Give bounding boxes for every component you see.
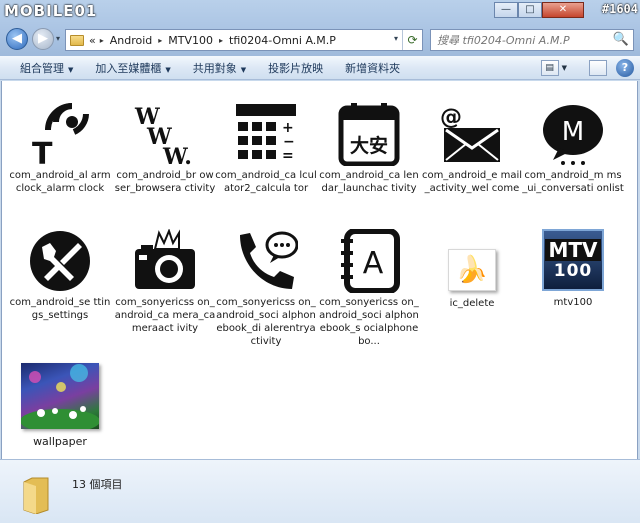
camera-icon: [133, 229, 197, 293]
settings-icon: [28, 229, 92, 293]
file-item[interactable]: @ com_android_e mail_activity_wel come: [421, 102, 523, 195]
add-to-library-menu[interactable]: 加入至媒體櫃 ▼: [95, 60, 170, 76]
maximize-button[interactable]: □: [518, 2, 542, 18]
dropdown-arrow-icon: ▼: [240, 65, 247, 74]
search-input[interactable]: [431, 30, 607, 50]
svg-text:T: T: [32, 137, 53, 166]
file-name: com_android_br owser_browsera ctivity: [114, 170, 216, 194]
close-button[interactable]: ✕: [542, 2, 584, 18]
file-name: mtv100: [553, 297, 593, 308]
svg-text:A: A: [363, 246, 384, 281]
file-name: wallpaper: [33, 435, 87, 448]
file-item[interactable]: 🍌 ic_delete: [421, 249, 523, 310]
file-item[interactable]: T com_android_al armclock_alarm clock: [9, 102, 111, 195]
file-name: com_sonyericss on_android_ca mera_camera…: [114, 297, 216, 334]
svg-text:@: @: [440, 105, 462, 130]
change-view-icon[interactable]: ▤: [540, 60, 559, 76]
email-icon: @: [440, 102, 504, 166]
breadcrumb-current-folder[interactable]: tfi0204-Omni A.M.P: [229, 34, 336, 47]
file-item[interactable]: com_sonyericss on_android_soci alphonebo…: [215, 229, 317, 348]
calculator-icon: + − =: [234, 102, 298, 166]
breadcrumb-android[interactable]: Android: [110, 34, 153, 47]
chevron-right-icon: ▸: [99, 35, 104, 45]
item-count: 13 個項目: [72, 478, 123, 491]
svg-text:=: =: [282, 148, 294, 164]
details-pane: 13 個項目: [0, 459, 640, 523]
file-name: com_android_ca lculator2_calcula tor: [215, 170, 317, 194]
file-item[interactable]: W W W. com_android_br owser_browsera cti…: [114, 102, 216, 195]
chevron-right-icon[interactable]: ▸: [219, 36, 223, 45]
file-name: com_android_e mail_activity_wel come: [421, 170, 523, 194]
file-list: T com_android_al armclock_alarm clock W …: [1, 81, 638, 459]
file-item[interactable]: wallpaper: [9, 363, 111, 448]
dialer-icon: [234, 229, 298, 293]
browser-icon: W W W.: [133, 102, 197, 166]
back-button[interactable]: ◀: [6, 28, 28, 50]
post-id-watermark: #1604: [601, 2, 638, 16]
share-with-menu[interactable]: 共用對象 ▼: [193, 60, 246, 76]
site-watermark: MOBILE01: [4, 2, 98, 20]
file-item[interactable]: MTV 100 mtv100: [522, 229, 624, 309]
folder-icon: [23, 477, 49, 514]
phonebook-icon: A: [337, 229, 401, 293]
recent-pages-dropdown[interactable]: ▾: [56, 34, 60, 43]
banana-icon: 🍌: [448, 249, 496, 291]
svg-text:W.: W.: [162, 144, 192, 166]
command-bar: 組合管理 ▼ 加入至媒體櫃 ▼ 共用對象 ▼ 投影片放映 新增資料夾 ▤ ▼ ?: [0, 56, 640, 80]
file-name: com_android_m ms_ui_conversati onlist: [522, 170, 624, 194]
search-box[interactable]: 🔍: [430, 29, 634, 51]
file-item[interactable]: com_android_se ttings_settings: [9, 229, 111, 322]
breadcrumb-prefix[interactable]: «: [89, 34, 96, 47]
view-dropdown-icon[interactable]: ▼: [562, 64, 567, 72]
calendar-icon: 大安: [337, 102, 401, 166]
window-controls: — □ ✕: [494, 2, 584, 18]
search-icon[interactable]: 🔍: [613, 32, 629, 47]
folder-icon: [70, 34, 84, 46]
svg-text:大安: 大安: [350, 134, 388, 157]
file-item[interactable]: M com_android_m ms_ui_conversati onlist: [522, 102, 624, 195]
dropdown-arrow-icon: ▼: [68, 65, 74, 74]
new-folder-button[interactable]: 新增資料夾: [345, 60, 400, 76]
chevron-right-icon[interactable]: ▸: [158, 36, 162, 45]
breadcrumb-mtv100[interactable]: MTV100: [168, 34, 213, 47]
minimize-button[interactable]: —: [494, 2, 518, 18]
file-item[interactable]: com_sonyericss on_android_ca mera_camera…: [114, 229, 216, 335]
dropdown-arrow-icon: ▼: [165, 65, 171, 74]
file-name: com_android_se ttings_settings: [9, 297, 111, 321]
refresh-icon[interactable]: ⟳: [402, 30, 422, 50]
mms-icon: M: [541, 102, 605, 166]
alarm-icon: T: [28, 102, 92, 166]
slideshow-button[interactable]: 投影片放映: [268, 60, 323, 76]
address-bar[interactable]: « ▸ Android ▸ MTV100 ▸ tfi0204-Omni A.M.…: [65, 29, 423, 51]
preview-pane-icon[interactable]: [589, 60, 607, 76]
file-name: com_android_ca lendar_launchac tivity: [319, 170, 419, 194]
file-item[interactable]: A com_sonyericss on_android_soci alphone…: [318, 229, 420, 348]
mtv-logo-icon: MTV 100: [542, 229, 604, 291]
title-bar: MOBILE01 — □ ✕ #1604 ◀ ▶ ▾ « ▸ Android ▸…: [0, 0, 640, 56]
file-item[interactable]: + − = com_android_ca lculator2_calcula t…: [215, 102, 317, 195]
forward-button[interactable]: ▶: [32, 28, 54, 50]
file-item[interactable]: 大安 com_android_ca lendar_launchac tivity: [318, 102, 420, 195]
organize-menu[interactable]: 組合管理 ▼: [20, 60, 73, 76]
wallpaper-image: [21, 363, 99, 429]
svg-text:M: M: [562, 117, 584, 147]
address-dropdown-icon[interactable]: ▾: [394, 34, 398, 43]
file-name: ic_delete: [449, 298, 495, 309]
file-name: com_sonyericss on_android_soci alphonebo…: [319, 297, 419, 347]
file-name: com_android_al armclock_alarm clock: [9, 170, 111, 194]
help-icon[interactable]: ?: [616, 59, 634, 77]
file-name: com_sonyericss on_android_soci alphonebo…: [216, 297, 316, 347]
